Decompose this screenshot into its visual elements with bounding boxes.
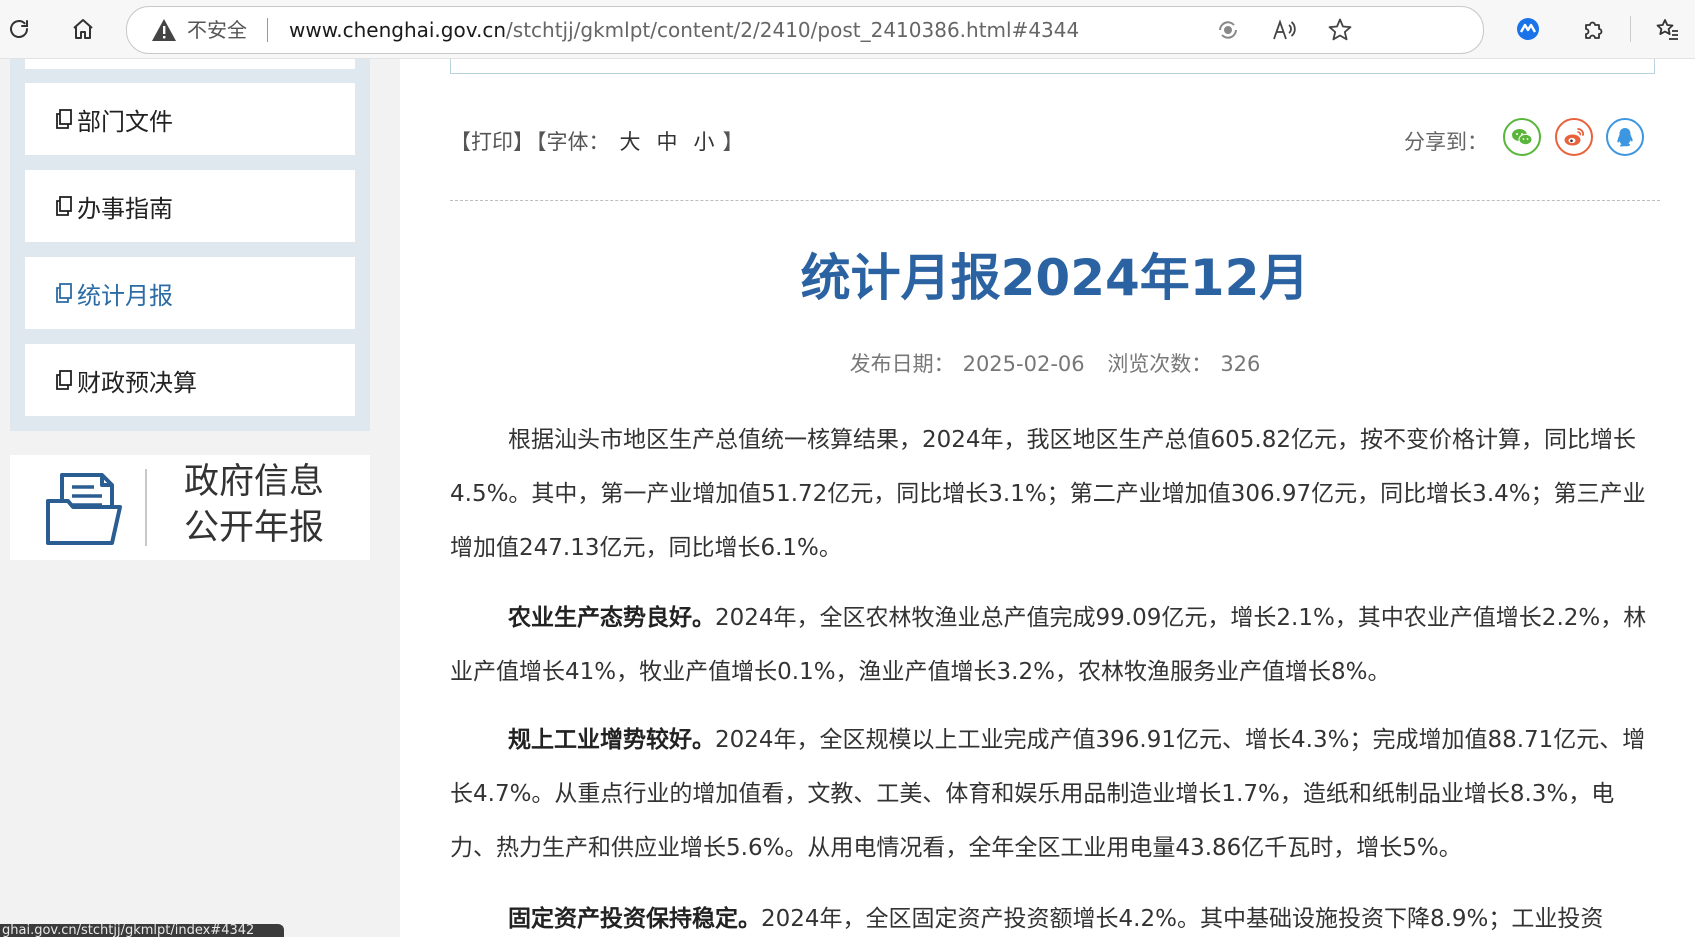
annual-report-banner[interactable]: 政府信息 公开年报 bbox=[10, 455, 370, 560]
folder-document-icon bbox=[46, 473, 122, 545]
sidebar-item-department-docs[interactable]: 部门文件 bbox=[25, 83, 355, 155]
tracking-icon[interactable] bbox=[1215, 17, 1241, 43]
sidebar-item-service-guide[interactable]: 办事指南 bbox=[25, 170, 355, 242]
view-count-label: 浏览次数： bbox=[1107, 352, 1213, 376]
browser-toolbar: 不安全 www.chenghai.gov.cn/stchtjj/gkmlpt/c… bbox=[0, 0, 1695, 59]
document-icon bbox=[56, 370, 72, 390]
font-small-link[interactable]: 小 bbox=[694, 130, 715, 154]
view-count: 326 bbox=[1220, 352, 1261, 376]
sidebar-item-label: 统计月报 bbox=[77, 281, 173, 310]
annual-report-line1: 政府信息 bbox=[184, 462, 325, 502]
url-text[interactable]: www.chenghai.gov.cn/stchtjj/gkmlpt/conte… bbox=[289, 17, 1079, 43]
paragraph-lead: 固定资产投资保持稳定。 bbox=[508, 906, 761, 932]
sidebar-item-partial[interactable] bbox=[25, 59, 355, 69]
sidebar-item-label: 部门文件 bbox=[77, 107, 173, 136]
font-size-prefix: 【字体： bbox=[536, 130, 610, 154]
article-meta: 发布日期： 2025-02-06 浏览次数： 326 bbox=[450, 348, 1660, 378]
weibo-icon bbox=[1564, 128, 1584, 146]
font-medium-link[interactable]: 中 bbox=[657, 130, 678, 154]
url-path: /stchtjj/gkmlpt/content/2/2410/post_2410… bbox=[506, 18, 1080, 42]
address-separator bbox=[267, 18, 268, 42]
font-size-suffix: 】 bbox=[722, 130, 744, 154]
share-qq-button[interactable] bbox=[1606, 118, 1644, 156]
banner-divider bbox=[145, 469, 147, 546]
favorites-button[interactable] bbox=[1651, 12, 1685, 46]
font-large-link[interactable]: 大 bbox=[620, 130, 641, 154]
wechat-icon bbox=[1512, 129, 1533, 146]
extensions-puzzle-icon bbox=[1585, 21, 1603, 39]
share-label: 分享到： bbox=[1404, 130, 1488, 154]
security-label[interactable]: 不安全 bbox=[187, 18, 247, 42]
paragraph-lead: 规上工业增势较好。 bbox=[508, 727, 715, 753]
article-paragraph: 根据汕头市地区生产总值统一核算结果，2024年，我区地区生产总值605.82亿元… bbox=[450, 413, 1660, 575]
document-icon bbox=[56, 283, 72, 303]
tools-divider bbox=[450, 200, 1660, 201]
article-tools: 【打印】【字体： 大中小】 bbox=[450, 126, 746, 156]
article-title: 统计月报2024年12月 bbox=[800, 249, 1310, 307]
paragraph-lead: 农业生产态势良好。 bbox=[508, 605, 715, 631]
content-top-frame bbox=[450, 59, 1655, 74]
url-host: www.chenghai.gov.cn bbox=[289, 18, 507, 42]
favorite-star-icon[interactable] bbox=[1327, 17, 1353, 43]
share-wechat-button[interactable] bbox=[1503, 118, 1541, 156]
sidebar-item-statistics-monthly[interactable]: 统计月报 bbox=[25, 257, 355, 329]
warning-icon bbox=[152, 19, 176, 41]
article-paragraph: 农业生产态势良好。2024年，全区农林牧渔业总产值完成99.09亿元，增长2.1… bbox=[450, 591, 1660, 699]
favorites-list-icon bbox=[1656, 19, 1678, 40]
paragraph-text: 根据汕头市地区生产总值统一核算结果，2024年，我区地区生产总值605.82亿元… bbox=[450, 427, 1646, 561]
status-bar-link: ghai.gov.cn/stchtjj/gkmlpt/index#4342 bbox=[0, 924, 284, 937]
home-button[interactable] bbox=[66, 12, 100, 46]
home-icon bbox=[73, 19, 93, 39]
paragraph-text: 2024年，全区固定资产投资额增长4.2%。其中基础设施投资下降8.9%；工业投… bbox=[761, 906, 1604, 932]
publish-date-label: 发布日期： bbox=[849, 352, 955, 376]
document-icon bbox=[56, 196, 72, 216]
qq-icon bbox=[1617, 128, 1633, 147]
publish-date: 2025-02-06 bbox=[962, 352, 1085, 376]
sidebar-item-label: 财政预决算 bbox=[77, 368, 197, 397]
extension-blue-button[interactable] bbox=[1511, 12, 1545, 46]
extensions-button[interactable] bbox=[1577, 12, 1611, 46]
article-paragraph: 规上工业增势较好。2024年，全区规模以上工业完成产值396.91亿元、增长4.… bbox=[450, 713, 1660, 875]
refresh-icon bbox=[10, 20, 28, 38]
article-paragraph: 固定资产投资保持稳定。2024年，全区固定资产投资额增长4.2%。其中基础设施投… bbox=[450, 892, 1660, 946]
address-bar[interactable]: 不安全 www.chenghai.gov.cn/stchtjj/gkmlpt/c… bbox=[126, 6, 1484, 54]
extension-blue-icon bbox=[1517, 18, 1539, 40]
print-link[interactable]: 【打印】 bbox=[450, 130, 534, 154]
sidebar-item-label: 办事指南 bbox=[77, 194, 173, 223]
read-aloud-icon[interactable] bbox=[1271, 17, 1297, 43]
sidebar-item-fiscal-budget[interactable]: 财政预决算 bbox=[25, 344, 355, 416]
document-icon bbox=[56, 109, 72, 129]
annual-report-line2: 公开年报 bbox=[184, 508, 325, 548]
share-weibo-button[interactable] bbox=[1555, 118, 1593, 156]
refresh-button[interactable] bbox=[2, 12, 36, 46]
toolbar-separator bbox=[1630, 16, 1631, 42]
